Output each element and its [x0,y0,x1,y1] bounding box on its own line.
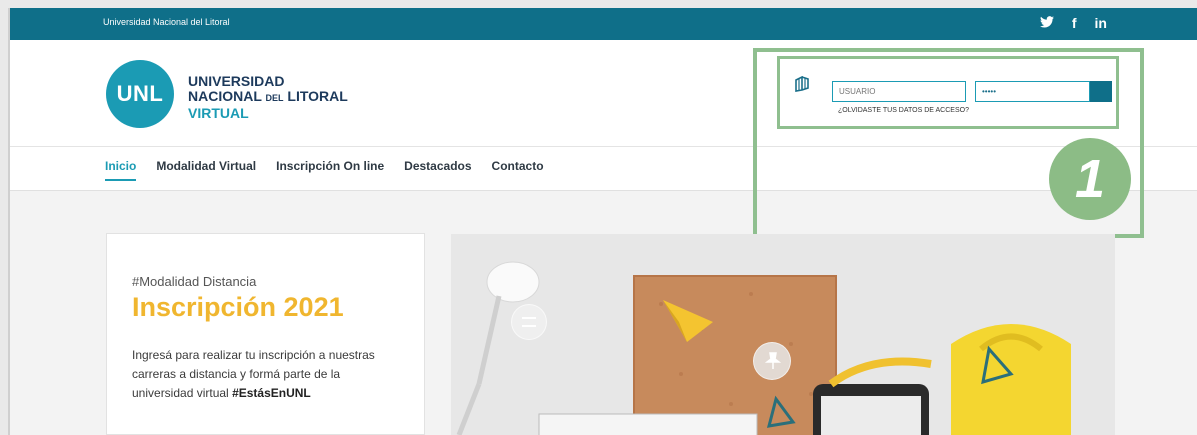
pin-overlay-button[interactable] [753,342,791,380]
pin-icon [764,352,782,375]
nav-item-contacto[interactable]: Contacto [492,159,544,181]
card-title[interactable]: Inscripción 2021 [132,292,344,323]
nav-item-inicio[interactable]: Inicio [105,159,137,181]
social-links: f in [1039,15,1107,31]
card-description: Ingresá para realizar tu inscripción a n… [132,348,375,400]
hero-illustration [451,234,1115,435]
institution-link[interactable]: Universidad Nacional del Litoral [103,17,230,27]
nav-item-destacados[interactable]: Destacados [404,159,471,181]
logo-wordmark[interactable]: UNIVERSIDAD NACIONAL DEL LITORAL VIRTUAL [188,74,348,121]
menu-overlay-button[interactable] [511,304,547,340]
annotation-number-badge: 1 [1049,138,1131,220]
top-bar: Universidad Nacional del Litoral f in [10,8,1197,40]
unl-logo[interactable]: UNL [106,60,174,128]
browser-viewport: Universidad Nacional del Litoral f in UN… [8,8,1197,435]
facebook-icon[interactable]: f [1072,15,1077,31]
nav-item-inscripcion[interactable]: Inscripción On line [276,159,384,181]
nav-item-modalidad-virtual[interactable]: Modalidad Virtual [156,159,256,181]
linkedin-icon[interactable]: in [1095,15,1107,31]
hero-image [451,234,1115,435]
enrollment-card: #Modalidad Distancia Inscripción 2021 In… [106,233,425,435]
hamburger-icon [522,317,536,327]
twitter-icon[interactable] [1039,15,1054,31]
card-tag: #Modalidad Distancia [132,274,257,289]
